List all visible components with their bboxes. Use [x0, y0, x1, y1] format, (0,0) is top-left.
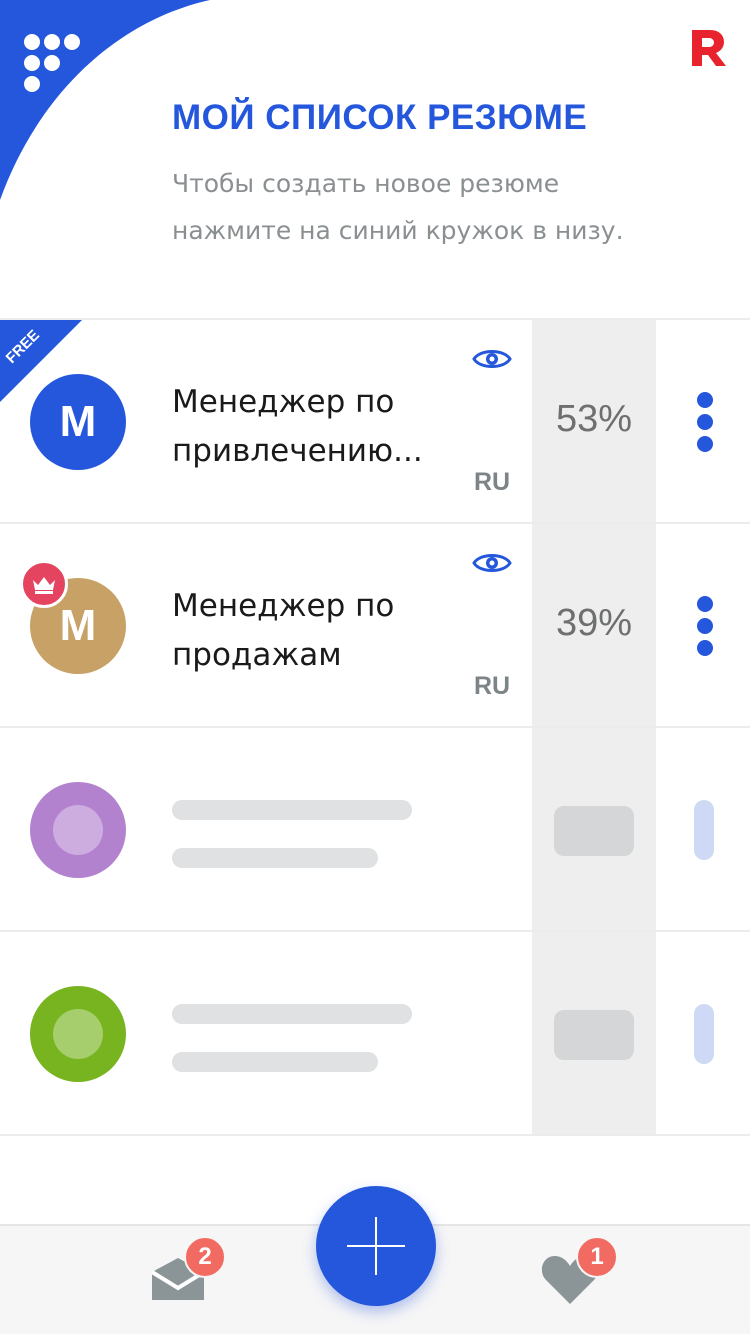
page-subtitle: Чтобы создать новое резюме нажмите на си… [172, 169, 624, 245]
more-options-icon[interactable] [690, 594, 720, 658]
more-options-icon[interactable] [690, 390, 720, 454]
placeholder-row [0, 932, 750, 1136]
placeholder-line [172, 1052, 378, 1072]
messages-badge: 2 [184, 1236, 226, 1278]
crown-icon [20, 560, 68, 608]
placeholder-menu [694, 1004, 714, 1064]
eye-icon[interactable] [472, 346, 512, 372]
placeholder-row [0, 728, 750, 932]
avatar: M [30, 374, 126, 470]
placeholder-menu [694, 800, 714, 860]
placeholder-line [172, 800, 412, 820]
completion-percent: 53% [555, 398, 633, 440]
completion-percent: 39% [555, 602, 633, 644]
placeholder-percent [554, 806, 634, 856]
placeholder-percent [554, 1010, 634, 1060]
resume-row[interactable]: M Менеджер по продажам RU 39% [0, 524, 750, 728]
resume-title[interactable]: Менеджер по привлечению... [172, 378, 472, 476]
plus-icon [347, 1217, 405, 1275]
resume-title[interactable]: Менеджер по продажам [172, 582, 472, 680]
placeholder-line [172, 848, 378, 868]
favorites-badge: 1 [576, 1236, 618, 1278]
eye-icon[interactable] [472, 550, 512, 576]
placeholder-line [172, 1004, 412, 1024]
add-resume-button[interactable] [316, 1186, 436, 1306]
placeholder-avatar [30, 986, 126, 1082]
language-label: RU [474, 672, 511, 700]
language-label: RU [474, 468, 511, 496]
resume-row[interactable]: FREE M Менеджер по привлечению... RU 53% [0, 320, 750, 524]
r-logo-icon [692, 30, 726, 66]
page-title: МОЙ СПИСОК РЕЗЮМЕ [172, 98, 588, 137]
placeholder-avatar [30, 782, 126, 878]
